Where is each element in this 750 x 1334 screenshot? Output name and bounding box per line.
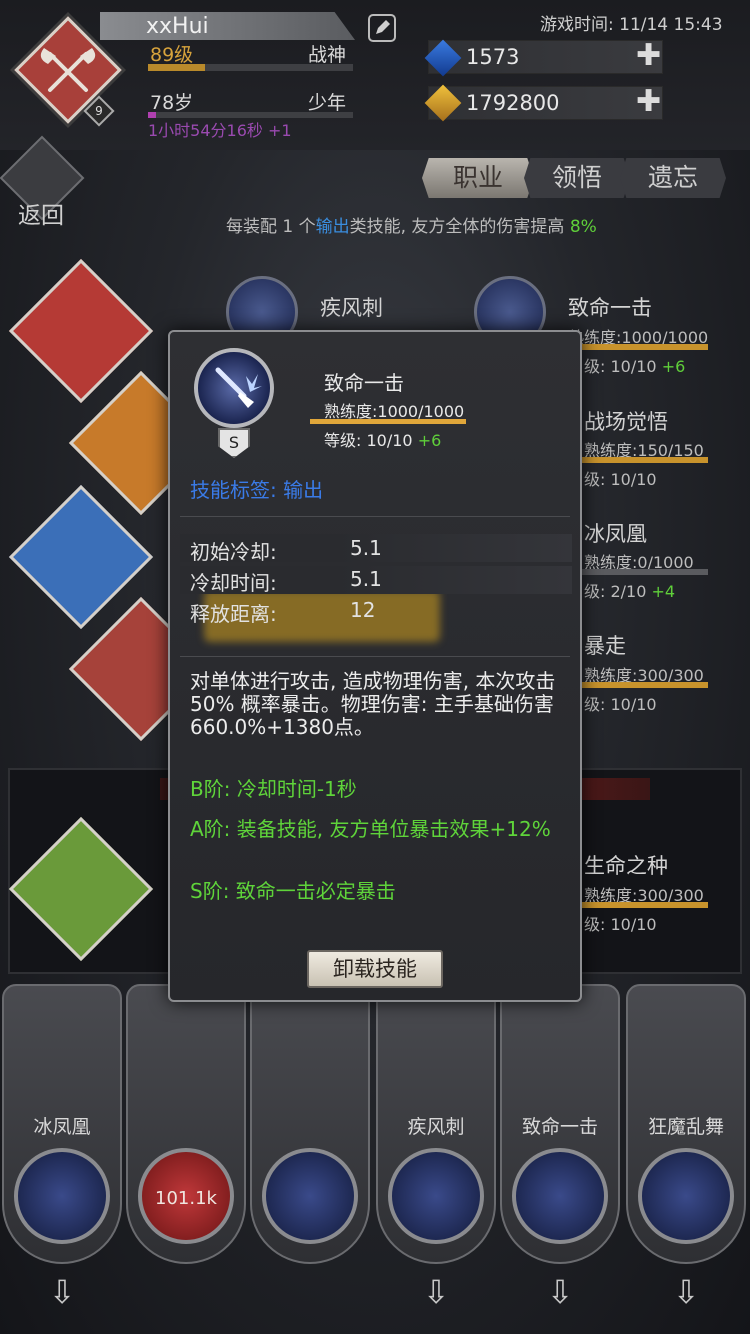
stat-value: 5.1	[350, 567, 382, 591]
skill-name: 疾风刺	[320, 296, 383, 320]
edit-icon[interactable]	[368, 14, 396, 42]
slot-label: 狂魔乱舞	[647, 1116, 724, 1138]
skill-level: 级: 10/10	[584, 695, 657, 714]
player-age: 78岁	[150, 92, 194, 114]
name-bar	[100, 12, 355, 40]
stat-value: 12	[350, 598, 376, 622]
popup-mastery-bar	[310, 419, 466, 424]
stat-key: 初始冷却:	[190, 540, 277, 564]
tier-b: B阶: 冷却时间-1秒	[190, 777, 357, 801]
blue-gem-row	[428, 40, 663, 74]
skill-name: 致命一击	[568, 296, 652, 320]
skill-name: 战场觉悟	[584, 410, 668, 434]
player-life-stage: 少年	[308, 92, 347, 114]
exp-bar	[148, 64, 353, 71]
skill-level: 级: 10/10	[584, 470, 657, 489]
add-gold-gem-button[interactable]: ✚	[636, 84, 661, 119]
damage-value: 101.1k	[155, 1188, 217, 1209]
player-name: xxHui	[146, 14, 209, 39]
tab-forget[interactable]: 遗忘	[620, 158, 726, 198]
unload-skill-button[interactable]: 卸载技能	[307, 950, 443, 988]
frenzy-dance-skill-icon[interactable]	[638, 1148, 734, 1244]
back-button[interactable]: 返回	[18, 196, 64, 230]
skill-mastery-bar	[582, 569, 708, 575]
stat-value: 5.1	[350, 536, 382, 560]
divider	[180, 516, 570, 517]
exp-bar-fill	[148, 64, 205, 71]
unequip-arrow-icon[interactable]: ⇩	[540, 1272, 580, 1312]
stat-key: 释放距离:	[190, 602, 277, 626]
skill-mastery-bar	[568, 344, 708, 350]
popup-skill-name: 致命一击	[324, 371, 404, 395]
game-time: 游戏时间: 11/14 15:43	[540, 15, 723, 35]
skill-level: 级: 10/10	[584, 915, 657, 934]
bonus-tip: 每装配 1 个输出类技能, 友方全体的伤害提高 8%	[226, 217, 597, 237]
wind-thrust-skill-icon[interactable]	[388, 1148, 484, 1244]
skill-mastery-bar	[582, 457, 708, 463]
age-timer: 1小时54分16秒 +1	[148, 121, 292, 140]
stat-key: 冷却时间:	[190, 571, 277, 595]
skill-name: 冰凤凰	[584, 522, 647, 546]
divider	[180, 656, 570, 657]
fatal-strike-skill-icon[interactable]	[512, 1148, 608, 1244]
skill-level: 级: 2/10 +4	[584, 582, 676, 601]
tab-comprehend[interactable]: 领悟	[524, 158, 630, 198]
skill-mastery-bar	[582, 902, 708, 908]
tier-s: S阶: 致命一击必定暴击	[190, 879, 396, 903]
slot-label: 疾风刺	[407, 1116, 465, 1138]
tab-profession[interactable]: 职业	[422, 158, 534, 198]
popup-level: 等级: 10/10 +6	[324, 431, 442, 450]
skill-mastery-bar	[582, 682, 708, 688]
tier-a: A阶: 装备技能, 友方单位暴击效果+12%	[190, 817, 551, 841]
gold-gem-count: 1792800	[466, 91, 560, 115]
player-level: 89级	[150, 44, 194, 66]
blue-gem-count: 1573	[466, 45, 520, 69]
ice-phoenix-skill-icon[interactable]	[14, 1148, 110, 1244]
skill-name: 暴走	[584, 634, 626, 658]
fatal-strike-icon	[194, 348, 274, 428]
slot-label: 致命一击	[521, 1116, 598, 1138]
popup-skill-tag: 技能标签: 输出	[190, 478, 324, 502]
skill-name: 生命之种	[584, 854, 668, 878]
skill-description: 对单体进行攻击, 造成物理伤害, 本次攻击 50% 概率暴击。物理伤害: 主手基…	[190, 669, 556, 739]
slot-label: 冰凤凰	[33, 1116, 91, 1138]
sword-skill-icon[interactable]	[262, 1148, 358, 1244]
unequip-arrow-icon[interactable]: ⇩	[416, 1272, 456, 1312]
add-blue-gem-button[interactable]: ✚	[636, 38, 661, 73]
skill-level: 级: 10/10 +6	[584, 357, 686, 376]
unequip-arrow-icon[interactable]: ⇩	[666, 1272, 706, 1312]
player-rank-title: 战神	[308, 44, 347, 66]
unequip-arrow-icon[interactable]: ⇩	[42, 1272, 82, 1312]
